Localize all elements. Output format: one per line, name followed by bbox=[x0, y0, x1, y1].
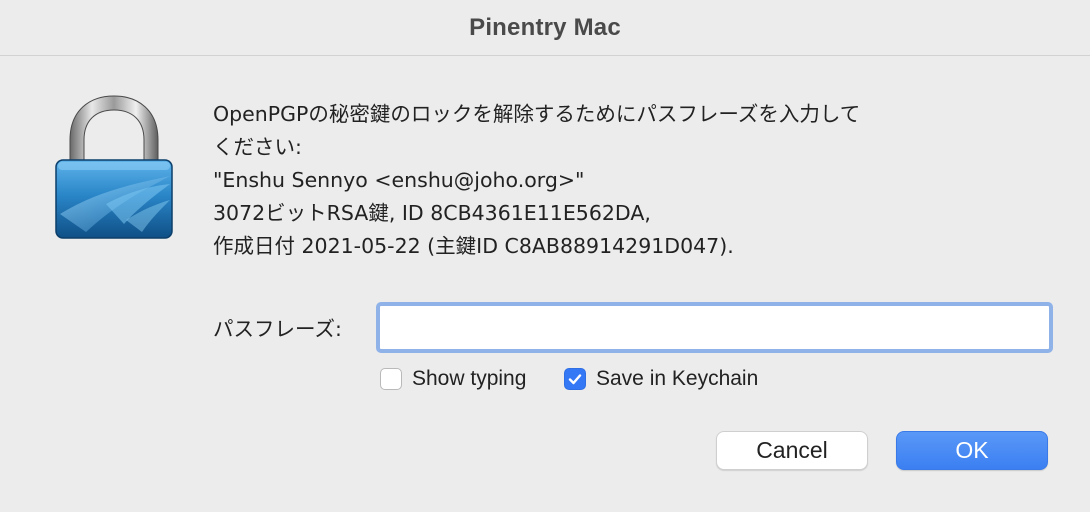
message-line: ください: bbox=[213, 135, 302, 159]
cancel-button[interactable]: Cancel bbox=[716, 431, 868, 470]
padlock-icon bbox=[46, 92, 182, 242]
passphrase-input[interactable] bbox=[376, 302, 1053, 353]
show-typing-option[interactable]: Show typing bbox=[380, 365, 526, 393]
save-in-keychain-label[interactable]: Save in Keychain bbox=[596, 367, 758, 391]
title-bar[interactable]: Pinentry Mac bbox=[0, 0, 1090, 56]
message-line: OpenPGPの秘密鍵のロックを解除するためにパスフレーズを入力して bbox=[213, 102, 861, 126]
message-line: 3072ビットRSA鍵, ID 8CB4361E11E562DA, bbox=[213, 201, 651, 225]
pinentry-dialog: Pinentry Mac OpenPGPの秘密鍵のロックを解除するためにパスフレ… bbox=[0, 0, 1090, 512]
window-title: Pinentry Mac bbox=[469, 13, 621, 41]
save-in-keychain-checkbox[interactable] bbox=[564, 368, 586, 390]
show-typing-checkbox[interactable] bbox=[380, 368, 402, 390]
message-line: 作成日付 2021-05-22 (主鍵ID C8AB88914291D047). bbox=[213, 234, 734, 258]
prompt-message: OpenPGPの秘密鍵のロックを解除するためにパスフレーズを入力して ください:… bbox=[213, 98, 1053, 263]
checkmark-icon bbox=[568, 374, 582, 385]
passphrase-label: パスフレーズ: bbox=[213, 317, 342, 341]
save-in-keychain-option[interactable]: Save in Keychain bbox=[564, 365, 758, 393]
ok-button[interactable]: OK bbox=[896, 431, 1048, 470]
message-line: "Enshu Sennyo <enshu@joho.org>" bbox=[213, 168, 585, 192]
show-typing-label[interactable]: Show typing bbox=[412, 367, 526, 391]
